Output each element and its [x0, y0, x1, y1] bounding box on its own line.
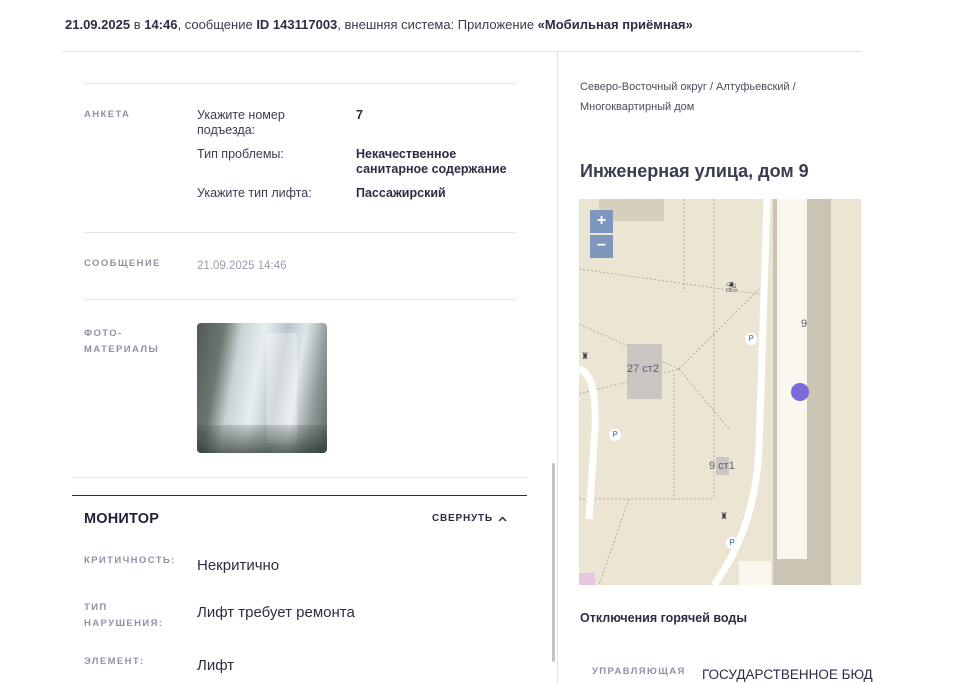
- management-label: УПРАВЛЯЮЩАЯ: [592, 666, 686, 677]
- collapse-label: СВЕРНУТЬ: [432, 513, 493, 524]
- column-divider: [557, 52, 558, 684]
- map-block: [579, 573, 595, 585]
- road: [711, 199, 771, 585]
- answer-entrance: 7: [356, 108, 363, 122]
- photo-thumbnail[interactable]: [197, 323, 327, 453]
- chevron-up-icon: [498, 515, 507, 522]
- header-system-text: , внешняя система: Приложение: [337, 17, 538, 32]
- question-lift-type: Укажите тип лифта:: [197, 186, 312, 200]
- map-label-building-27: 27 ст2: [627, 363, 659, 375]
- map-label-building-9: 9: [801, 318, 808, 330]
- header-time: 14:46: [144, 17, 178, 32]
- divider: [84, 232, 516, 233]
- zoom-out-button[interactable]: −: [590, 235, 613, 258]
- poi-icon: ♜: [581, 352, 589, 362]
- location-marker[interactable]: [791, 383, 809, 401]
- parking-icon: P: [726, 537, 738, 549]
- divider: [84, 83, 516, 84]
- scrollbar-thumb[interactable]: [552, 463, 555, 662]
- answer-problem-type: Некачественное санитарное содержание: [356, 147, 507, 176]
- header-sep: в: [130, 17, 145, 32]
- breadcrumb: Северо-Восточный округ / Алтуфьевский / …: [580, 81, 796, 113]
- map[interactable]: ⛱ ♜ ♜ 27 ст2 9 9 ст1 P P P + −: [579, 199, 861, 585]
- parking-icon: P: [609, 429, 621, 441]
- road: [579, 365, 599, 520]
- answer-lift-type: Пассажирский: [356, 186, 446, 200]
- map-canvas: ⛱ ♜ ♜: [579, 199, 831, 585]
- message-date: 21.09.2025 14:46: [197, 260, 287, 272]
- question-problem-type: Тип проблемы:: [197, 147, 284, 161]
- divider: [72, 477, 527, 478]
- map-block: [739, 561, 771, 585]
- photo-floor-shade: [197, 425, 327, 453]
- monitor-title: МОНИТОР: [84, 511, 160, 527]
- element-label: ЭЛЕМЕНТ:: [84, 656, 145, 667]
- landmark-icon: ⛱: [725, 281, 738, 293]
- violation-type-label: ТИП НАРУШЕНИЯ:: [84, 602, 164, 629]
- header-date: 21.09.2025: [65, 17, 131, 32]
- header-message-id: ID 143117003: [256, 17, 338, 32]
- address-title: Инженерная улица, дом 9: [580, 161, 809, 181]
- message-header: 21.09.2025 в 14:46, сообщение ID 1431170…: [65, 17, 865, 32]
- monitor-divider: [72, 495, 527, 496]
- header-msg-prefix: , сообщение: [177, 17, 257, 32]
- element-value: Лифт: [197, 657, 235, 674]
- photo-label: ФОТО-МАТЕРИАЛЫ: [84, 328, 160, 355]
- map-label-building-9-1: 9 ст1: [709, 460, 735, 472]
- hot-water-title: Отключения горячей воды: [580, 611, 748, 625]
- divider: [84, 299, 516, 300]
- message-label: СООБЩЕНИЕ: [84, 258, 161, 269]
- poi-icon: ♜: [720, 512, 728, 522]
- zoom-in-button[interactable]: +: [590, 210, 613, 233]
- header-divider: [62, 51, 861, 52]
- question-entrance: Укажите номер подъезда:: [197, 108, 285, 137]
- building-9: [777, 199, 807, 559]
- parking-icon: P: [745, 333, 757, 345]
- criticality-label: КРИТИЧНОСТЬ:: [84, 555, 176, 566]
- collapse-button[interactable]: СВЕРНУТЬ: [432, 513, 507, 524]
- violation-type-value: Лифт требует ремонта: [197, 604, 355, 621]
- criticality-value: Некритично: [197, 557, 280, 574]
- header-app-name: «Мобильная приёмная»: [537, 17, 693, 32]
- management-value: ГОСУДАРСТВЕННОЕ БЮД: [702, 667, 873, 682]
- questionnaire-label: АНКЕТА: [84, 109, 131, 120]
